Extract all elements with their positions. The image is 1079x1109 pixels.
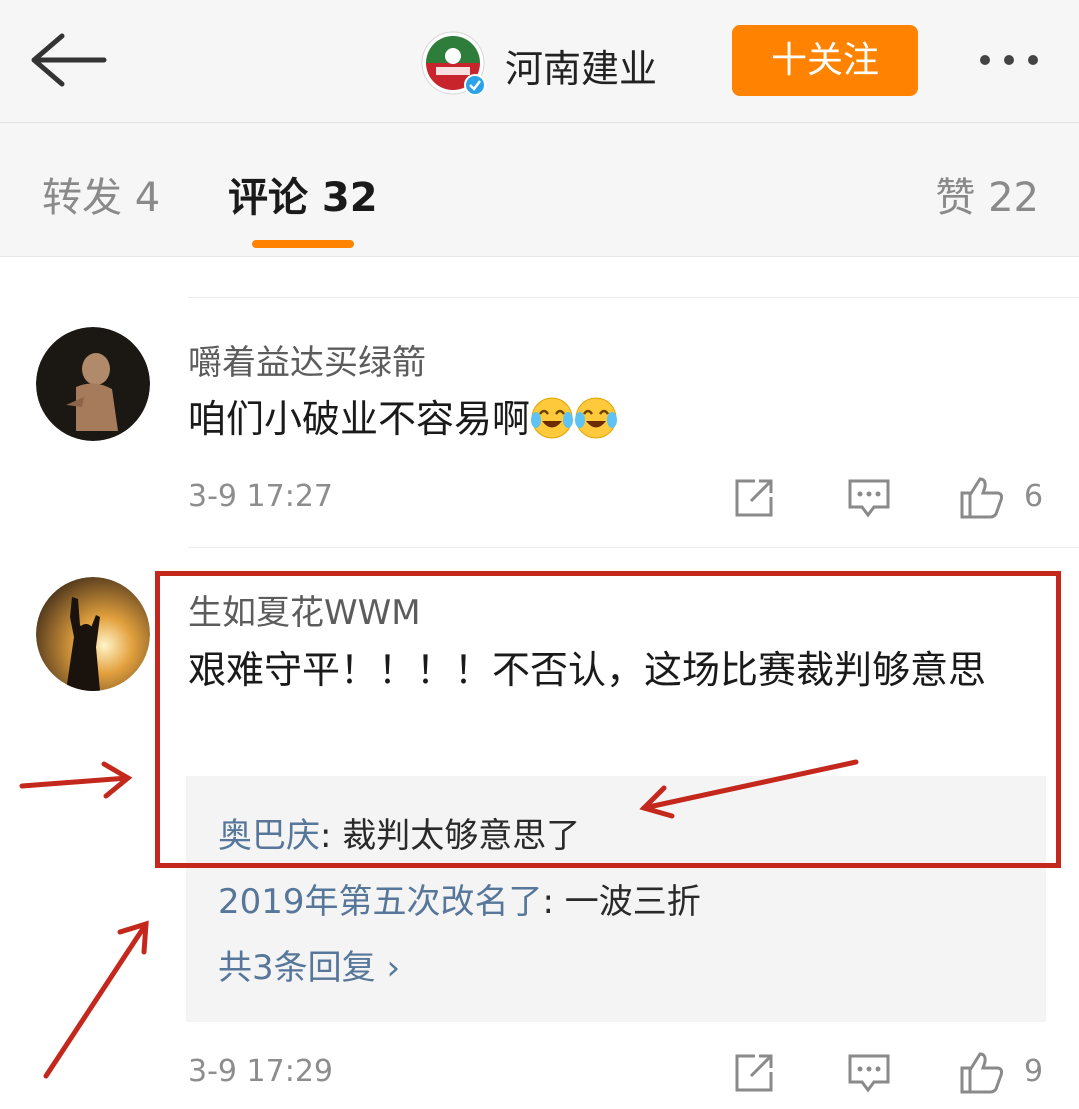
- comment-time: 3-9 17:27: [188, 479, 333, 514]
- back-arrow-icon[interactable]: [28, 32, 108, 88]
- share-icon[interactable]: [731, 1050, 777, 1096]
- comment-text-body: 咱们小破业不容易啊: [188, 397, 531, 441]
- divider: [188, 297, 1079, 298]
- view-all-replies-link[interactable]: 共3条回复 ›: [218, 940, 400, 989]
- follow-button[interactable]: 十关注: [732, 25, 918, 96]
- top-bar: 河南建业 十关注: [0, 0, 1079, 123]
- thumbs-up-icon[interactable]: [958, 473, 1006, 521]
- reply-text: : 一波三折: [542, 882, 701, 922]
- tab-comments[interactable]: 评论 32: [228, 165, 378, 223]
- user-avatar[interactable]: [36, 577, 150, 691]
- like-count: 6: [1024, 479, 1044, 514]
- like-count: 9: [1024, 1054, 1044, 1089]
- comment-text: 咱们小破业不容易啊: [188, 390, 1048, 448]
- highlight-rectangle: [155, 571, 1061, 868]
- tab-reposts[interactable]: 转发 4: [42, 165, 160, 223]
- divider: [188, 547, 1079, 548]
- reply-item[interactable]: 2019年第五次改名了: 一波三折: [218, 874, 701, 923]
- active-tab-indicator: [252, 240, 354, 248]
- tab-likes[interactable]: 赞 22: [935, 165, 1039, 223]
- reply-comment-icon[interactable]: [846, 1050, 892, 1096]
- laugh-cry-emoji-icon: [531, 397, 574, 439]
- reply-comment-icon[interactable]: [846, 475, 892, 521]
- club-logo-icon[interactable]: [420, 30, 486, 96]
- comment-username[interactable]: 嚼着益达买绿箭: [188, 335, 426, 384]
- account-name[interactable]: 河南建业: [505, 38, 657, 93]
- laugh-cry-emoji-icon: [575, 397, 618, 439]
- reply-username[interactable]: 2019年第五次改名了: [218, 882, 543, 922]
- tab-bar: 转发 4 评论 32 赞 22: [0, 123, 1079, 257]
- user-avatar[interactable]: [36, 327, 150, 441]
- thumbs-up-icon[interactable]: [958, 1048, 1006, 1096]
- more-dots-icon[interactable]: [975, 42, 1055, 78]
- share-icon[interactable]: [731, 475, 777, 521]
- comment-time: 3-9 17:29: [188, 1054, 333, 1089]
